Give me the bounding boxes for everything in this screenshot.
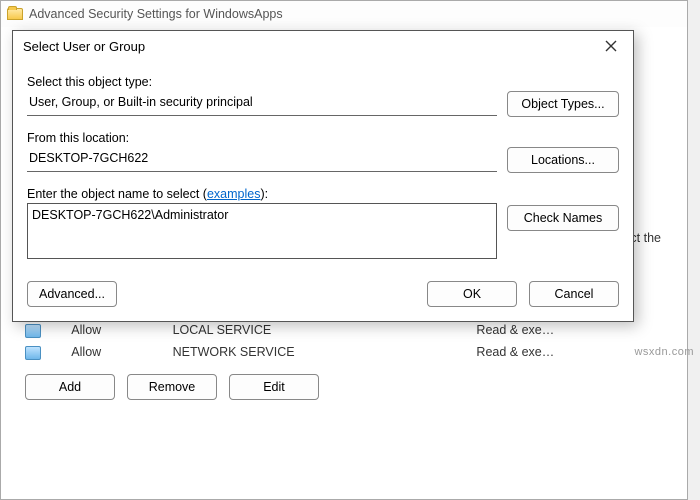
remove-button[interactable]: Remove (127, 374, 217, 400)
table-row[interactable]: AllowLOCAL SERVICERead & exe… (17, 320, 671, 342)
object-name-label: Enter the object name to select (example… (27, 187, 619, 201)
location-label: From this location: (27, 131, 619, 145)
dialog-title: Select User or Group (23, 39, 145, 54)
object-name-label-prefix: Enter the object name to select ( (27, 187, 207, 201)
parent-titlebar: Advanced Security Settings for WindowsAp… (1, 1, 687, 27)
group-icon (25, 324, 41, 338)
object-type-field (27, 91, 497, 116)
group-icon (25, 346, 41, 360)
cell-type: Allow (63, 341, 164, 363)
cell-type: Allow (63, 320, 164, 342)
cell-access: Read & exe… (468, 320, 671, 342)
location-field (27, 147, 497, 172)
examples-link[interactable]: examples (207, 187, 261, 201)
object-types-button[interactable]: Object Types... (507, 91, 619, 117)
dialog-titlebar[interactable]: Select User or Group (13, 31, 633, 61)
check-names-button[interactable]: Check Names (507, 205, 619, 231)
object-name-label-suffix: ): (260, 187, 268, 201)
locations-button[interactable]: Locations... (507, 147, 619, 173)
watermark-text: wsxdn.com (634, 346, 694, 358)
advanced-button[interactable]: Advanced... (27, 281, 117, 307)
parent-window-title: Advanced Security Settings for WindowsAp… (29, 7, 283, 21)
folder-icon (7, 8, 23, 20)
table-row[interactable]: AllowNETWORK SERVICERead & exe… (17, 341, 671, 363)
object-name-input[interactable] (27, 203, 497, 259)
cell-principal: NETWORK SERVICE (165, 341, 469, 363)
object-type-label: Select this object type: (27, 75, 619, 89)
close-icon[interactable] (597, 35, 625, 57)
edit-button[interactable]: Edit (229, 374, 319, 400)
add-button[interactable]: Add (25, 374, 115, 400)
ok-button[interactable]: OK (427, 281, 517, 307)
select-user-dialog: Select User or Group Select this object … (12, 30, 634, 322)
cancel-button[interactable]: Cancel (529, 281, 619, 307)
cell-principal: LOCAL SERVICE (165, 320, 469, 342)
